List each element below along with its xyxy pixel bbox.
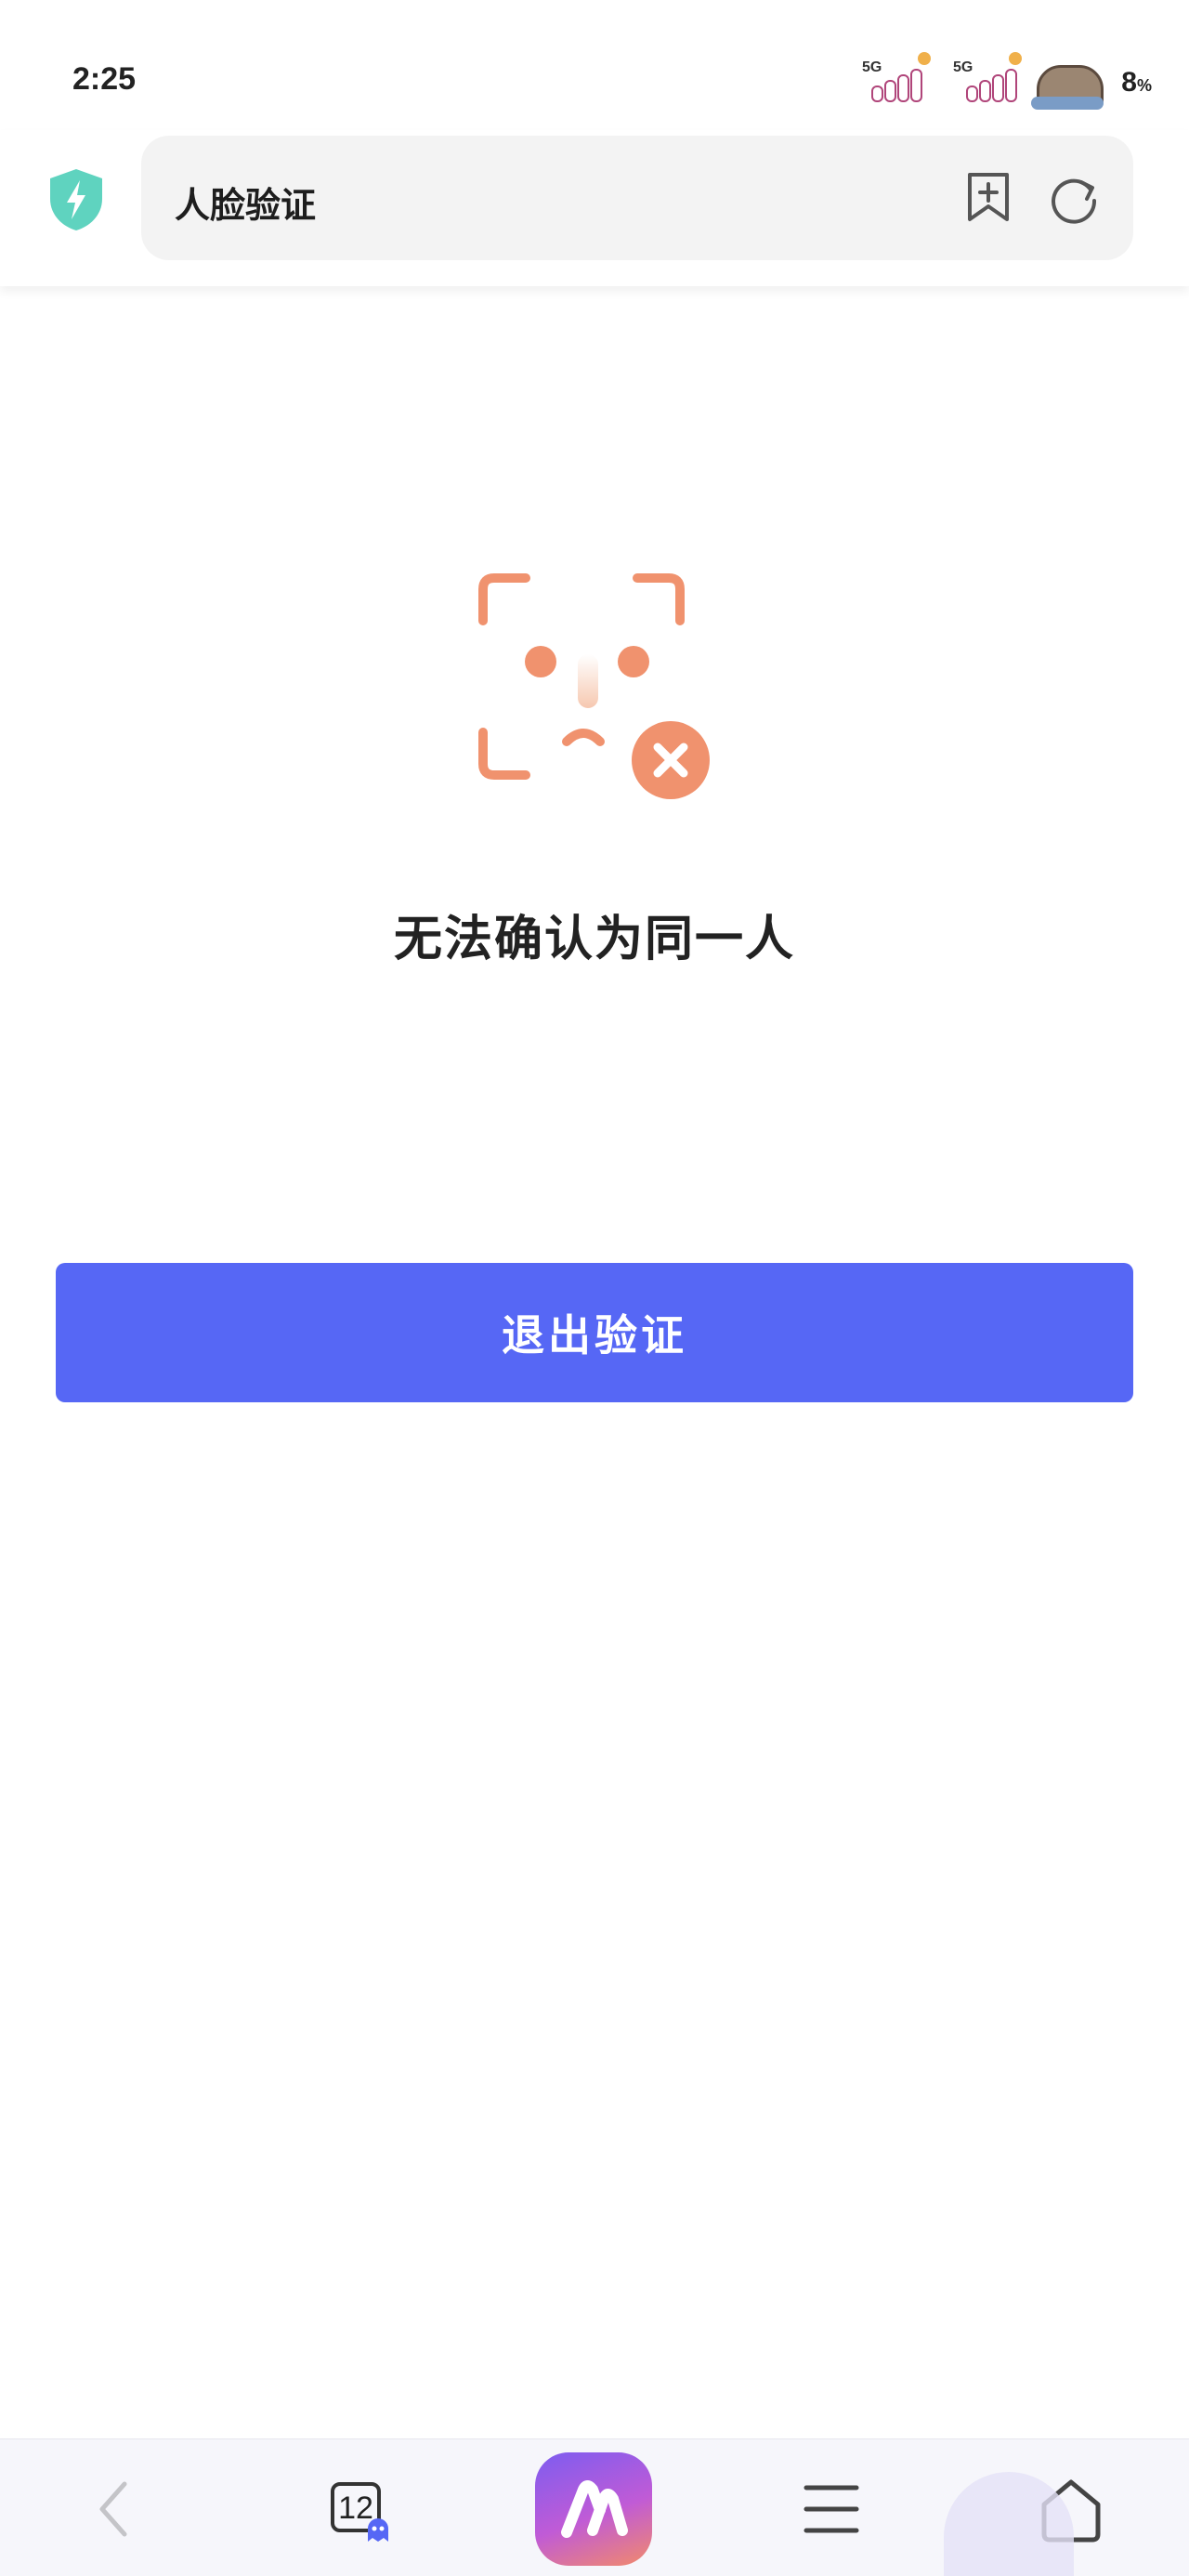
menu-icon[interactable]	[780, 2458, 882, 2560]
signal-2-label: 5G	[953, 59, 973, 75]
back-icon[interactable]	[65, 2458, 167, 2560]
ai-logo-icon	[561, 2480, 628, 2538]
page-title: 人脸验证	[175, 187, 317, 226]
status-time: 2:25	[72, 61, 137, 97]
ghost-badge-icon	[368, 2518, 388, 2542]
battery-icon	[1031, 58, 1104, 110]
page: 2:25 5G 5G 8% 人脸验证 无法确认为同一人 退出验证 12	[0, 0, 1189, 2576]
signal-icon: 5G	[862, 50, 936, 106]
signal-icon: 5G	[953, 50, 1027, 106]
battery-percent: 8%	[1121, 67, 1152, 98]
shield-icon[interactable]	[46, 167, 106, 232]
browser-toolbar: 人脸验证	[0, 130, 1189, 286]
exit-verification-button[interactable]: 退出验证	[56, 1263, 1133, 1402]
face-verify-failed-icon	[478, 573, 710, 799]
signal-1-label: 5G	[862, 59, 882, 75]
address-bar[interactable]: 人脸验证	[141, 136, 1133, 260]
refresh-icon[interactable]	[1046, 169, 1102, 225]
status-bar: 2:25 5G 5G 8%	[0, 0, 1189, 130]
bookmark-add-icon[interactable]	[960, 169, 1016, 225]
status-indicators: 5G 5G 8%	[862, 50, 1152, 110]
ai-assistant-button[interactable]	[535, 2452, 652, 2566]
verification-message: 无法确认为同一人	[393, 913, 795, 966]
